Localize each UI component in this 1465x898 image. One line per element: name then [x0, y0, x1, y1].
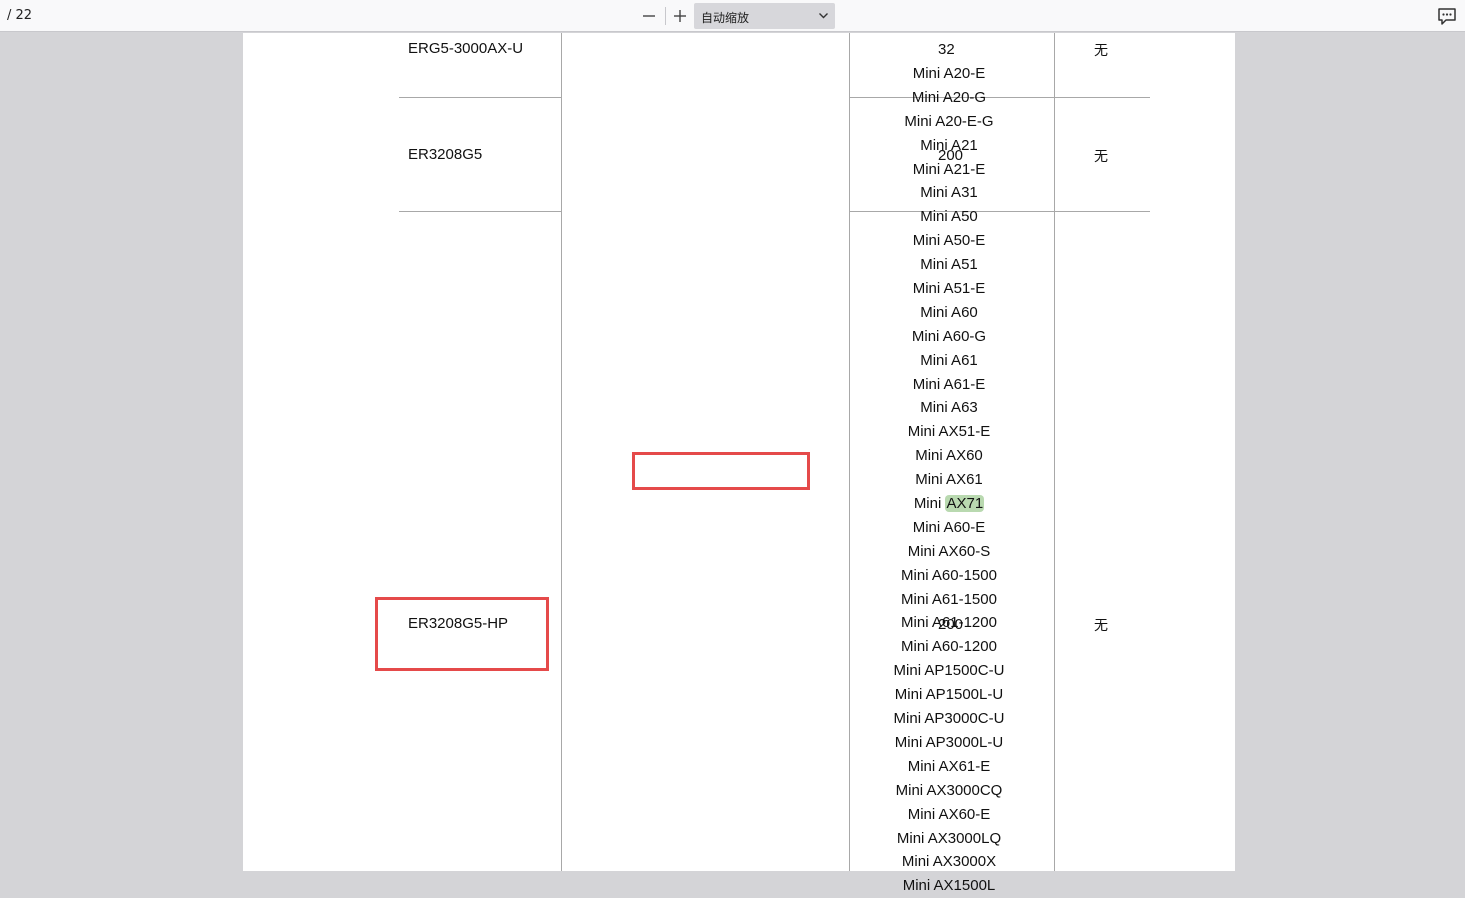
chevron-down-icon: [819, 13, 828, 19]
remark-cell: 无: [1094, 149, 1108, 165]
model-prefix: Mini: [913, 495, 946, 513]
row-divider: [399, 211, 562, 212]
column-divider: [561, 33, 562, 871]
model-list-item: Mini AX51-E: [907, 423, 991, 441]
model-list-item: Mini AP1500C-U: [893, 662, 1005, 680]
model-list-item: Mini A61: [920, 351, 978, 369]
device-cell: ER3208G5: [408, 146, 483, 163]
remark-cell: 无: [1094, 43, 1108, 59]
model-list-item: Mini AP3000C-U: [893, 710, 1005, 728]
model-list-item: Mini A51: [920, 256, 978, 274]
zoom-in-button[interactable]: [667, 4, 693, 28]
model-list-item: Mini A60-1500: [901, 566, 997, 584]
pdf-toolbar: / 22 自动缩放: [0, 0, 1465, 32]
model-list-item: Mini A20-E: [912, 65, 986, 82]
page-count: / 22: [7, 8, 33, 23]
model-list-item: Mini AP1500L-U: [894, 686, 1004, 704]
model-list-item: Mini A61-1200: [901, 614, 997, 632]
annotation-box-model: [632, 452, 810, 490]
model-list-item: Mini A60: [920, 303, 978, 321]
model-list-item: Mini AX60-E: [907, 805, 991, 823]
zoom-select-value: 自动缩放: [701, 11, 750, 25]
model-list-item: Mini A51-E: [912, 280, 986, 298]
model-list-item: Mini A21: [920, 136, 978, 154]
model-list-item: Mini AX61: [915, 471, 983, 489]
model-list-item: Mini AX3000LQ: [896, 829, 1002, 847]
model-list-item: Mini AX60: [915, 447, 983, 465]
model-list-item: Mini AX1500L: [902, 877, 996, 895]
zoom-select[interactable]: 自动缩放: [694, 3, 835, 29]
search-highlight: AX71: [945, 495, 985, 513]
toolbar-separator: [665, 7, 666, 25]
model-list-item: Mini AP3000L-U: [894, 733, 1004, 751]
model-list-item: Mini A21-E: [912, 160, 986, 178]
model-list-item: Mini AX71: [805, 492, 1093, 516]
model-list-item: Mini AX61-E: [907, 757, 991, 775]
model-list-item: Mini A60-E: [912, 518, 986, 536]
comment-icon: [1438, 8, 1456, 25]
model-list-item: Mini A63: [920, 399, 978, 417]
remark-cell: 无: [1094, 618, 1108, 634]
model-list-item: Mini A50: [920, 208, 978, 226]
annotation-box-device: [375, 597, 549, 671]
row-divider: [399, 97, 562, 98]
model-list-item: Mini A60-1200: [901, 638, 997, 656]
model-list-item: Mini A60-G: [911, 327, 987, 345]
model-list-item: Mini A20-E-G: [904, 112, 994, 130]
model-list-item: Mini AX60-S: [907, 542, 991, 560]
model-list-item: Mini A61-1500: [901, 590, 997, 608]
device-cell: ERG5-3000AX-U: [408, 40, 524, 57]
model-list-item: Mini A20-G: [911, 88, 987, 106]
model-list-item: Mini A61-E: [912, 375, 986, 393]
zoom-out-button[interactable]: [636, 4, 662, 28]
plus-icon: [674, 10, 686, 22]
model-list-item: Mini A31: [920, 184, 978, 202]
count-cell: 32: [938, 41, 955, 58]
model-list-item: Mini A50-E: [912, 232, 986, 250]
minus-icon: [643, 15, 655, 17]
comment-button[interactable]: [1436, 5, 1458, 27]
model-list-item: Mini AX3000CQ: [895, 781, 1003, 799]
model-list: Mini A20-E Mini A20-G Mini A20-E-G Mini A21…: [805, 62, 1093, 898]
